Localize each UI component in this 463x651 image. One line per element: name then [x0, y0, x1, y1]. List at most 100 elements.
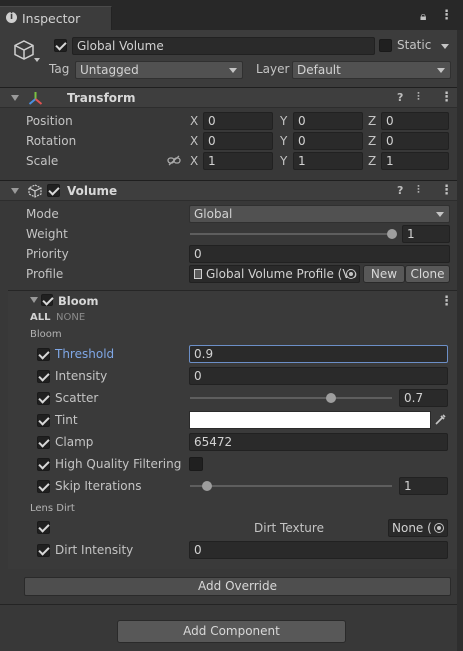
volume-presets-icon[interactable]: ⫶ — [417, 183, 420, 197]
clamp-override-toggle[interactable] — [37, 436, 50, 449]
clone-profile-button[interactable]: Clone — [405, 265, 450, 283]
hq-filtering-checkbox[interactable] — [189, 457, 203, 471]
position-z-axis-label[interactable]: Z — [368, 114, 376, 128]
clamp-label: Clamp — [55, 435, 94, 449]
volume-help-icon[interactable]: ? — [397, 184, 403, 197]
position-y-axis-label[interactable]: Y — [280, 114, 287, 128]
volume-kebab-icon[interactable]: ⋮ — [440, 183, 453, 198]
divider — [0, 604, 463, 605]
skip-iterations-slider-thumb[interactable] — [202, 481, 212, 491]
dirt-intensity-override-toggle[interactable] — [37, 544, 50, 557]
scrollbar[interactable] — [457, 30, 463, 651]
dirt-texture-field[interactable]: None ( — [388, 519, 448, 537]
profile-asset-icon — [194, 269, 202, 279]
icon-dropdown-arrow[interactable] — [34, 58, 40, 62]
kebab-icon[interactable]: ⋮ — [440, 8, 453, 23]
object-picker-icon[interactable] — [346, 269, 356, 279]
static-toggle[interactable] — [379, 39, 392, 52]
bloom-section-label: Bloom — [30, 329, 62, 340]
tag-dropdown[interactable]: Untagged — [75, 61, 243, 79]
dirt-texture-picker-icon[interactable] — [434, 523, 444, 533]
intensity-override-toggle[interactable] — [37, 370, 50, 383]
volume-header[interactable]: Volume ? ⫶ ⋮ — [0, 180, 463, 201]
scatter-field[interactable]: 0.7 — [399, 389, 448, 407]
skip-iterations-slider-track[interactable] — [190, 485, 392, 487]
threshold-field[interactable]: 0.9 — [189, 345, 448, 363]
threshold-override-toggle[interactable] — [37, 348, 50, 361]
bloom-enabled-toggle[interactable] — [41, 294, 53, 306]
all-toggle[interactable]: ALL — [30, 312, 50, 323]
rotation-x-axis-label[interactable]: X — [190, 134, 198, 148]
tab-inspector[interactable]: i Inspector — [0, 6, 112, 30]
gameobject-cube-icon — [14, 40, 34, 60]
intensity-label: Intensity — [55, 369, 108, 383]
scale-x-axis-label[interactable]: X — [190, 154, 198, 168]
bloom-kebab-icon[interactable]: ⋮ — [440, 294, 453, 309]
active-toggle[interactable] — [54, 39, 67, 52]
tint-color-swatch[interactable] — [189, 411, 431, 429]
position-x-field[interactable]: 0 — [203, 112, 273, 130]
scale-x-field[interactable]: 1 — [203, 152, 273, 170]
static-dropdown[interactable] — [437, 39, 452, 53]
position-x-axis-label[interactable]: X — [190, 114, 198, 128]
help-icon[interactable]: ? — [397, 91, 403, 104]
new-profile-button[interactable]: New — [363, 265, 405, 283]
clamp-field[interactable]: 65472 — [189, 433, 448, 451]
scatter-override-toggle[interactable] — [37, 392, 50, 405]
tag-value: Untagged — [80, 63, 139, 77]
transform-kebab-icon[interactable]: ⋮ — [440, 90, 453, 105]
add-override-button[interactable]: Add Override — [24, 577, 451, 596]
hq-filtering-override-toggle[interactable] — [37, 458, 50, 471]
layer-dropdown[interactable]: Default — [292, 61, 451, 79]
none-toggle[interactable]: NONE — [56, 312, 85, 323]
add-component-button[interactable]: Add Component — [117, 620, 346, 643]
transform-axes-icon — [28, 92, 43, 105]
volume-title: Volume — [67, 184, 118, 198]
presets-icon[interactable]: ⫶ — [417, 90, 420, 104]
dirt-intensity-field[interactable]: 0 — [189, 541, 448, 559]
profile-field[interactable]: Global Volume Profile (Vo — [189, 265, 360, 283]
rotation-x-field[interactable]: 0 — [203, 132, 273, 150]
eyedropper-icon[interactable] — [434, 413, 447, 426]
scatter-slider-track[interactable] — [190, 397, 392, 399]
skip-iterations-field[interactable]: 1 — [399, 477, 448, 495]
scale-y-axis-label[interactable]: Y — [280, 154, 287, 168]
rotation-y-axis-label[interactable]: Y — [280, 134, 287, 148]
mode-dropdown[interactable]: Global — [189, 205, 450, 223]
threshold-label: Threshold — [55, 347, 115, 361]
scatter-slider-thumb[interactable] — [326, 393, 336, 403]
position-y-field[interactable]: 0 — [293, 112, 363, 130]
rotation-y-field[interactable]: 0 — [293, 132, 363, 150]
volume-enabled-toggle[interactable] — [47, 184, 60, 197]
transform-header[interactable]: Transform ? ⫶ ⋮ — [0, 87, 463, 108]
weight-slider-thumb[interactable] — [387, 229, 397, 239]
dirt-texture-override-toggle[interactable] — [37, 521, 50, 534]
priority-field[interactable]: 0 — [189, 245, 450, 263]
dirt-intensity-label: Dirt Intensity — [55, 543, 134, 557]
hq-filtering-label: High Quality Filtering — [55, 457, 182, 471]
intensity-field[interactable]: 0 — [189, 367, 448, 385]
position-z-field[interactable]: 0 — [381, 112, 449, 130]
weight-slider-track[interactable] — [190, 233, 396, 235]
scale-z-field[interactable]: 1 — [381, 152, 449, 170]
dirt-texture-value: None ( — [392, 521, 432, 535]
weight-label: Weight — [26, 227, 68, 241]
scale-y-field[interactable]: 1 — [293, 152, 363, 170]
tag-label: Tag — [49, 62, 70, 76]
rotation-z-field[interactable]: 0 — [381, 132, 449, 150]
skip-iterations-label: Skip Iterations — [55, 479, 142, 493]
tint-override-toggle[interactable] — [37, 414, 50, 427]
foldout-arrow-icon[interactable] — [11, 95, 19, 101]
volume-foldout-arrow-icon[interactable] — [11, 188, 19, 194]
skip-iterations-override-toggle[interactable] — [37, 480, 50, 493]
lock-icon[interactable]: 🔒︎ — [420, 9, 426, 24]
volume-icon — [28, 184, 42, 198]
object-name-field[interactable]: Global Volume — [72, 37, 375, 55]
rotation-label: Rotation — [26, 134, 77, 148]
rotation-z-axis-label[interactable]: Z — [368, 134, 376, 148]
scale-link-icon[interactable] — [167, 155, 181, 166]
scale-z-axis-label[interactable]: Z — [368, 154, 376, 168]
bloom-title: Bloom — [58, 294, 99, 308]
bloom-foldout-arrow-icon[interactable] — [30, 297, 38, 303]
weight-field[interactable]: 1 — [402, 225, 450, 243]
